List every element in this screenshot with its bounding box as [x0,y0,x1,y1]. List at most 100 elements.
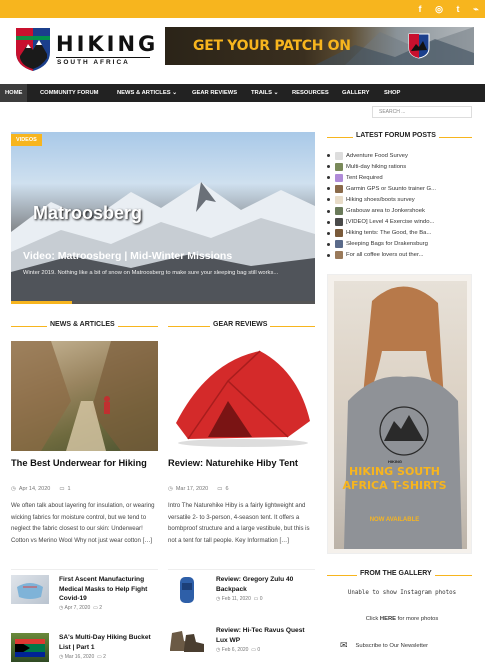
forum-post-title[interactable]: Hiking shoes/boots survey [346,197,415,203]
nav-gear-reviews[interactable]: GEAR REVIEWS [192,84,237,102]
forum-post-item[interactable]: Tent Required [327,172,477,183]
forum-post-title[interactable]: [VIDEO] Level 4 Exercise windo... [346,219,434,225]
underwear-article-title[interactable]: The Best Underwear for Hiking [11,457,158,469]
hero-overlay-text: Matroosberg [33,203,143,223]
tent-review-excerpt: Intro The Naturehike Hiby is a fairly li… [168,502,310,544]
bullet-icon [327,187,330,191]
forum-post-title[interactable]: For all coffee lovers out ther... [346,252,424,258]
avatar [335,207,343,216]
masks-title[interactable]: First Ascent Manufacturing Medical Masks… [59,575,158,604]
comment-count[interactable]: 0 [257,647,260,653]
tent-review-title[interactable]: Review: Naturehike Hiby Tent [168,457,315,469]
boots-meta: ◷ Feb 6, 2020 ▭ 0 [216,647,261,653]
forum-post-title[interactable]: Grabouw area to Jonkershoek [346,208,425,214]
avatar [335,195,343,204]
forum-post-item[interactable]: Grabouw area to Jonkershoek [327,205,477,216]
avatar [335,173,343,182]
gallery-heading: FROM THE GALLERY [327,570,472,580]
forum-post-title[interactable]: Hiking tents: The Good, the Ba... [346,230,431,236]
facebook-icon[interactable]: f [414,3,426,15]
forum-post-item[interactable]: Multi-day hiking rations [327,161,477,172]
underwear-article-meta: ◷ Apr 14, 2020 ▭ 1 [11,486,71,492]
instagram-icon[interactable]: ◎ [433,3,445,15]
hero-title[interactable]: Video: Matroosberg | Mid-Winter Missions [23,250,232,262]
boots-title[interactable]: Review: Hi-Tec Ravus Quest Lux WP [216,626,315,645]
avatar [335,251,343,260]
gallery-link-prefix: Click [365,616,379,622]
article-date: Feb 11, 2020 [221,596,251,602]
boots-thumbnail [168,625,206,654]
site-logo[interactable]: HIKING SOUTH AFRICA [14,26,155,72]
main-nav: HOME COMMUNITY FORUM NEWS & ARTICLES ⌄ G… [0,84,485,102]
boots-image [170,631,204,652]
tent-review-meta: ◷ Mar 17, 2020 ▭ 6 [168,486,229,492]
forum-heading-label: LATEST FORUM POSTS [353,132,439,139]
comment-count[interactable]: 0 [260,596,263,602]
tshirt-photo: HIKING [334,281,467,549]
gallery-error-message: Unable to show Instagram photos [347,590,457,596]
search-input[interactable]: SEARCH ... [372,106,472,118]
logo-tagline: SOUTH AFRICA [57,59,130,66]
news-heading-label: NEWS & ARTICLES [47,321,118,328]
nav-resources[interactable]: RESOURCES [292,84,329,102]
bullet-icon [327,176,330,180]
forum-post-item[interactable]: For all coffee lovers out ther... [327,250,477,261]
newsletter-label: Subscribe to Our Newsletter [355,642,429,649]
news-heading: NEWS & ARTICLES [11,321,158,331]
category-tag[interactable]: VIDEOS [11,134,42,146]
envelope-icon: ✉ [340,640,348,650]
article-date: Apr 7, 2020 [64,605,91,611]
comment-icon: ▭ [217,486,223,492]
nav-trails[interactable]: TRAILS ⌄ [251,84,278,102]
logo-divider [56,57,150,58]
gallery-more-link: Click HERE for more photos [327,616,477,622]
ad-subtitle: NOW AVAILABLE [369,517,420,523]
forum-post-title[interactable]: Multi-day hiking rations [346,164,406,170]
gallery-here-link[interactable]: HERE [380,616,396,622]
nav-community-forum[interactable]: COMMUNITY FORUM [40,84,99,102]
comment-count[interactable]: 1 [68,486,71,492]
forum-post-title[interactable]: Adventure Food Survey [346,153,408,159]
forum-post-item[interactable]: Hiking shoes/boots survey [327,194,477,205]
gallery-link-suffix: for more photos [397,616,439,622]
gear-heading-label: GEAR REVIEWS [210,321,271,328]
rss-icon[interactable]: ⌁ [470,3,482,15]
bucket-list-title[interactable]: SA's Multi-Day Hiking Bucket List | Part… [59,633,158,652]
slider-progress [11,301,315,304]
comment-count[interactable]: 2 [99,605,102,611]
newsletter-link[interactable]: ✉ Subscribe to Our Newsletter [340,640,480,651]
underwear-article-image[interactable] [11,341,158,451]
backpack-title[interactable]: Review: Gregory Zulu 40 Backpack [216,575,315,594]
forum-post-item[interactable]: Hiking tents: The Good, the Ba... [327,228,477,239]
nav-news-articles[interactable]: NEWS & ARTICLES ⌄ [117,84,177,102]
divider [11,569,158,570]
forum-post-title[interactable]: Sleeping Bags for Drakensburg [346,241,428,247]
nav-gallery[interactable]: GALLERY [342,84,369,102]
bullet-icon [327,165,330,169]
twitter-icon[interactable]: t [452,3,464,15]
bucket-list-thumbnail [11,633,49,662]
masks-thumbnail [11,575,49,604]
forum-post-item[interactable]: [VIDEO] Level 4 Exercise windo... [327,217,477,228]
forum-post-item[interactable]: Garmin GPS or Suunto trainer G... [327,183,477,194]
forum-post-title[interactable]: Garmin GPS or Suunto trainer G... [346,186,436,192]
bullet-icon [327,220,330,224]
nav-shop[interactable]: SHOP [384,84,400,102]
article-date: Feb 6, 2020 [221,647,249,653]
tshirt-ad[interactable]: HIKING HIKING SOUTH AFRICA T-SHIRTS NOW … [327,274,472,554]
forum-post-title[interactable]: Tent Required [346,175,383,181]
comment-icon: ▭ [59,486,65,492]
forum-post-item[interactable]: Sleeping Bags for Drakensburg [327,239,477,250]
slider-progress-fill [11,301,72,304]
forum-post-item[interactable]: Adventure Food Survey [327,150,477,161]
hero-slider[interactable]: VIDEOS Matroosberg Video: Matroosberg | … [11,132,315,304]
ad-title: HIKING SOUTH AFRICA T-SHIRTS [342,465,447,492]
nav-home[interactable]: HOME [0,84,28,102]
article-date: Mar 16, 2020 [64,654,95,660]
comment-count[interactable]: 2 [103,654,106,660]
patch-banner-ad[interactable]: GET YOUR PATCH ON [165,27,474,65]
clock-icon: ◷ [168,486,173,492]
comment-count[interactable]: 6 [225,486,228,492]
banner-text: GET YOUR PATCH ON [193,38,351,54]
tent-review-image[interactable] [168,341,315,451]
